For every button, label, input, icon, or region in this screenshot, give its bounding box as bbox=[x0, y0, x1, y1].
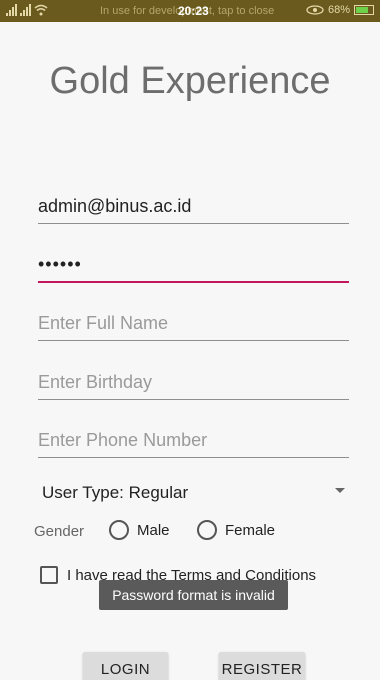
gender-female-label: Female bbox=[225, 521, 276, 539]
radio-circle-icon bbox=[109, 520, 129, 540]
eye-icon bbox=[306, 5, 324, 15]
status-time: 20:23 bbox=[178, 4, 209, 18]
signal-icon bbox=[6, 4, 17, 16]
phone-field[interactable]: Enter Phone Number bbox=[38, 424, 349, 458]
password-value: •••••• bbox=[38, 254, 82, 274]
birthday-field[interactable]: Enter Birthday bbox=[38, 366, 349, 400]
signal-icon-2 bbox=[20, 4, 31, 16]
gender-radio-female[interactable]: Female bbox=[197, 520, 275, 540]
dropdown-arrow-icon bbox=[335, 488, 345, 493]
battery-icon bbox=[354, 5, 374, 15]
phone-placeholder: Enter Phone Number bbox=[38, 430, 208, 450]
radio-circle-icon bbox=[197, 520, 217, 540]
gender-radio-male[interactable]: Male bbox=[109, 520, 170, 540]
email-field[interactable]: admin@binus.ac.id bbox=[38, 190, 349, 224]
login-button[interactable]: LOGIN bbox=[83, 652, 168, 680]
password-field[interactable]: •••••• bbox=[38, 249, 349, 283]
gender-label: Gender bbox=[34, 523, 85, 540]
user-type-dropdown[interactable]: User Type: Regular bbox=[38, 478, 349, 506]
battery-percent: 68% bbox=[327, 4, 350, 16]
full-name-placeholder: Enter Full Name bbox=[38, 313, 169, 333]
status-icons-left bbox=[6, 4, 48, 16]
birthday-placeholder: Enter Birthday bbox=[38, 372, 153, 392]
status-bar: In use for development, tap to close 20:… bbox=[0, 0, 380, 22]
full-name-field[interactable]: Enter Full Name bbox=[38, 307, 349, 341]
wifi-icon bbox=[34, 4, 48, 16]
register-button[interactable]: REGISTER bbox=[219, 652, 305, 680]
user-type-value: User Type: Regular bbox=[42, 483, 189, 502]
checkbox-icon[interactable] bbox=[40, 566, 58, 584]
status-icons-right: 68% bbox=[306, 4, 374, 16]
app-title: Gold Experience bbox=[49, 60, 331, 102]
toast-message: Password format is invalid bbox=[99, 580, 288, 610]
gender-male-label: Male bbox=[137, 521, 170, 539]
email-value: admin@binus.ac.id bbox=[38, 196, 192, 216]
